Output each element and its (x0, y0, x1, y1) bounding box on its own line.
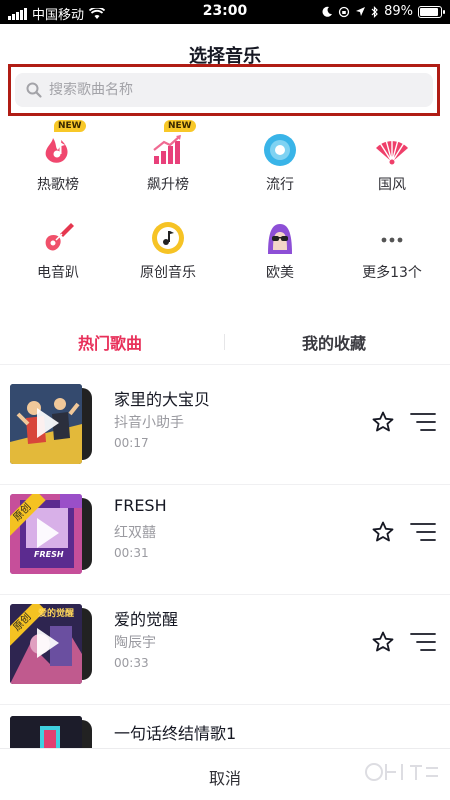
playlist-icon[interactable] (410, 631, 436, 653)
battery-icon (418, 5, 445, 18)
song-duration: 00:17 (114, 436, 149, 450)
battery-percent: 89% (384, 4, 413, 19)
bluetooth-icon (371, 5, 378, 18)
song-artist: 陶辰宇 (114, 635, 156, 651)
divider (0, 484, 450, 485)
tab-my-favorites[interactable]: 我的收藏 (302, 330, 366, 354)
cancel-button[interactable]: 取消 (209, 765, 241, 789)
album-cover[interactable]: 原创 FRESH (10, 494, 82, 574)
song-title: FRESH (114, 496, 167, 515)
search-input[interactable] (49, 82, 409, 98)
song-title: 家里的大宝贝 (114, 390, 211, 409)
category-hot-songs[interactable]: NEW 热歌榜 (8, 120, 108, 194)
more-dots-icon (374, 220, 410, 256)
album-cover[interactable]: 原创 爱的觉醒 (10, 604, 82, 684)
category-label: 流行 (266, 177, 294, 193)
playlist-icon[interactable] (410, 411, 436, 433)
playlist-icon[interactable] (410, 521, 436, 543)
play-icon[interactable] (37, 518, 59, 548)
new-badge: NEW (164, 120, 196, 132)
song-row[interactable]: 家里的大宝贝 抖音小助手 00:17 (0, 384, 450, 494)
song-artist: 红双囍 (114, 525, 156, 541)
tab-divider (224, 334, 225, 350)
vinyl-edge (82, 608, 92, 680)
tab-hot-songs[interactable]: 热门歌曲 (78, 330, 142, 354)
play-icon[interactable] (37, 628, 59, 658)
category-label: 更多13个 (362, 265, 422, 281)
rotation-lock-icon (338, 6, 350, 17)
note-circle-icon (150, 220, 186, 256)
category-label: 欧美 (266, 265, 294, 281)
search-highlight-box (8, 64, 440, 116)
new-badge: NEW (54, 120, 86, 132)
song-title: 一句话终结情歌1 (114, 724, 237, 743)
divider (0, 364, 450, 365)
category-chinese-style[interactable]: 国风 (342, 132, 442, 194)
album-cover[interactable] (10, 384, 82, 464)
status-bar: 中国移动 23:00 89% (0, 0, 450, 24)
cover-text: FRESH (34, 550, 64, 559)
disc-icon (262, 132, 298, 168)
music-note-flame-icon: NEW (40, 120, 86, 168)
folding-fan-icon (374, 132, 410, 168)
category-more[interactable]: 更多13个 (342, 220, 442, 282)
category-edm[interactable]: 电音趴 (8, 220, 108, 282)
star-icon[interactable] (371, 630, 395, 654)
song-artist: 抖音小助手 (114, 415, 184, 431)
category-label: 飙升榜 (147, 177, 189, 193)
music-picker-sheet: 选择音乐 NEW 热歌榜 NEW 飙升榜 流行 国风 (0, 24, 450, 800)
song-row[interactable]: 原创 爱的觉醒 爱的觉醒 陶辰宇 00:33 (0, 604, 450, 714)
divider (0, 594, 450, 595)
vinyl-edge (82, 388, 92, 460)
search-bar[interactable] (15, 73, 433, 107)
song-row[interactable]: 原创 FRESH FRESH 红双囍 00:31 (0, 494, 450, 604)
star-icon[interactable] (371, 410, 395, 434)
category-label: 国风 (378, 177, 406, 193)
song-duration: 00:31 (114, 546, 149, 560)
location-icon (356, 7, 366, 16)
electric-guitar-icon (40, 220, 76, 256)
category-label: 热歌榜 (37, 177, 79, 193)
divider (0, 704, 450, 705)
sunglasses-face-icon (262, 220, 298, 256)
category-pop[interactable]: 流行 (230, 132, 330, 194)
category-label: 原创音乐 (140, 265, 196, 281)
cover-text: 爱的觉醒 (38, 609, 75, 619)
rising-chart-icon: NEW (150, 120, 196, 168)
category-western[interactable]: 欧美 (230, 220, 330, 282)
category-rising[interactable]: NEW 飙升榜 (118, 120, 218, 194)
song-tabs: 热门歌曲 我的收藏 (0, 320, 450, 364)
star-icon[interactable] (371, 520, 395, 544)
vinyl-edge (82, 498, 92, 570)
battery-fill (420, 7, 438, 16)
song-duration: 00:33 (114, 656, 149, 670)
moon-icon (322, 6, 333, 17)
search-icon (26, 82, 42, 98)
baidu-watermark-logo (365, 763, 438, 781)
song-title: 爱的觉醒 (114, 610, 179, 629)
category-label: 电音趴 (37, 265, 79, 281)
category-original[interactable]: 原创音乐 (118, 220, 218, 282)
play-icon[interactable] (37, 408, 59, 438)
status-right: 89% (321, 4, 445, 19)
